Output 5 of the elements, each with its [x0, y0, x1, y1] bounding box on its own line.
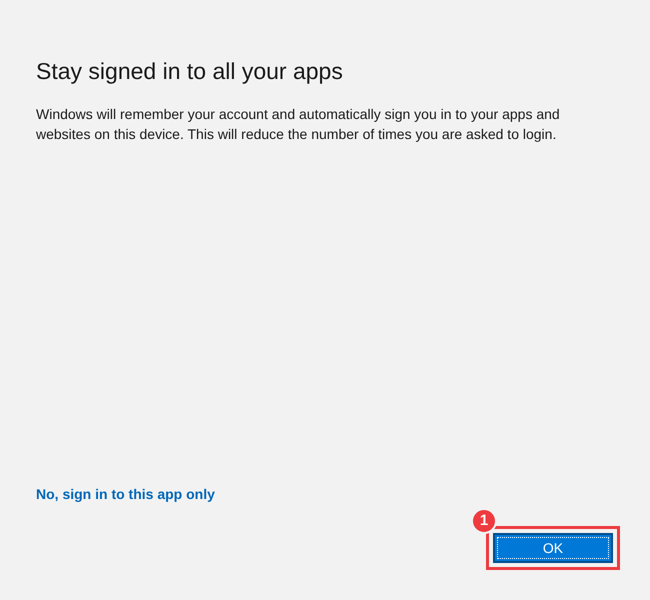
sign-in-this-app-only-link[interactable]: No, sign in to this app only — [36, 486, 215, 502]
dialog-description: Windows will remember your account and automatically sign you in to your apps and websites on this device. This will reduce the number of times you are asked to login. — [36, 105, 561, 144]
step-number-badge: 1 — [471, 508, 497, 534]
dialog-title: Stay signed in to all your apps — [36, 57, 344, 86]
ok-button[interactable]: OK — [493, 533, 613, 563]
